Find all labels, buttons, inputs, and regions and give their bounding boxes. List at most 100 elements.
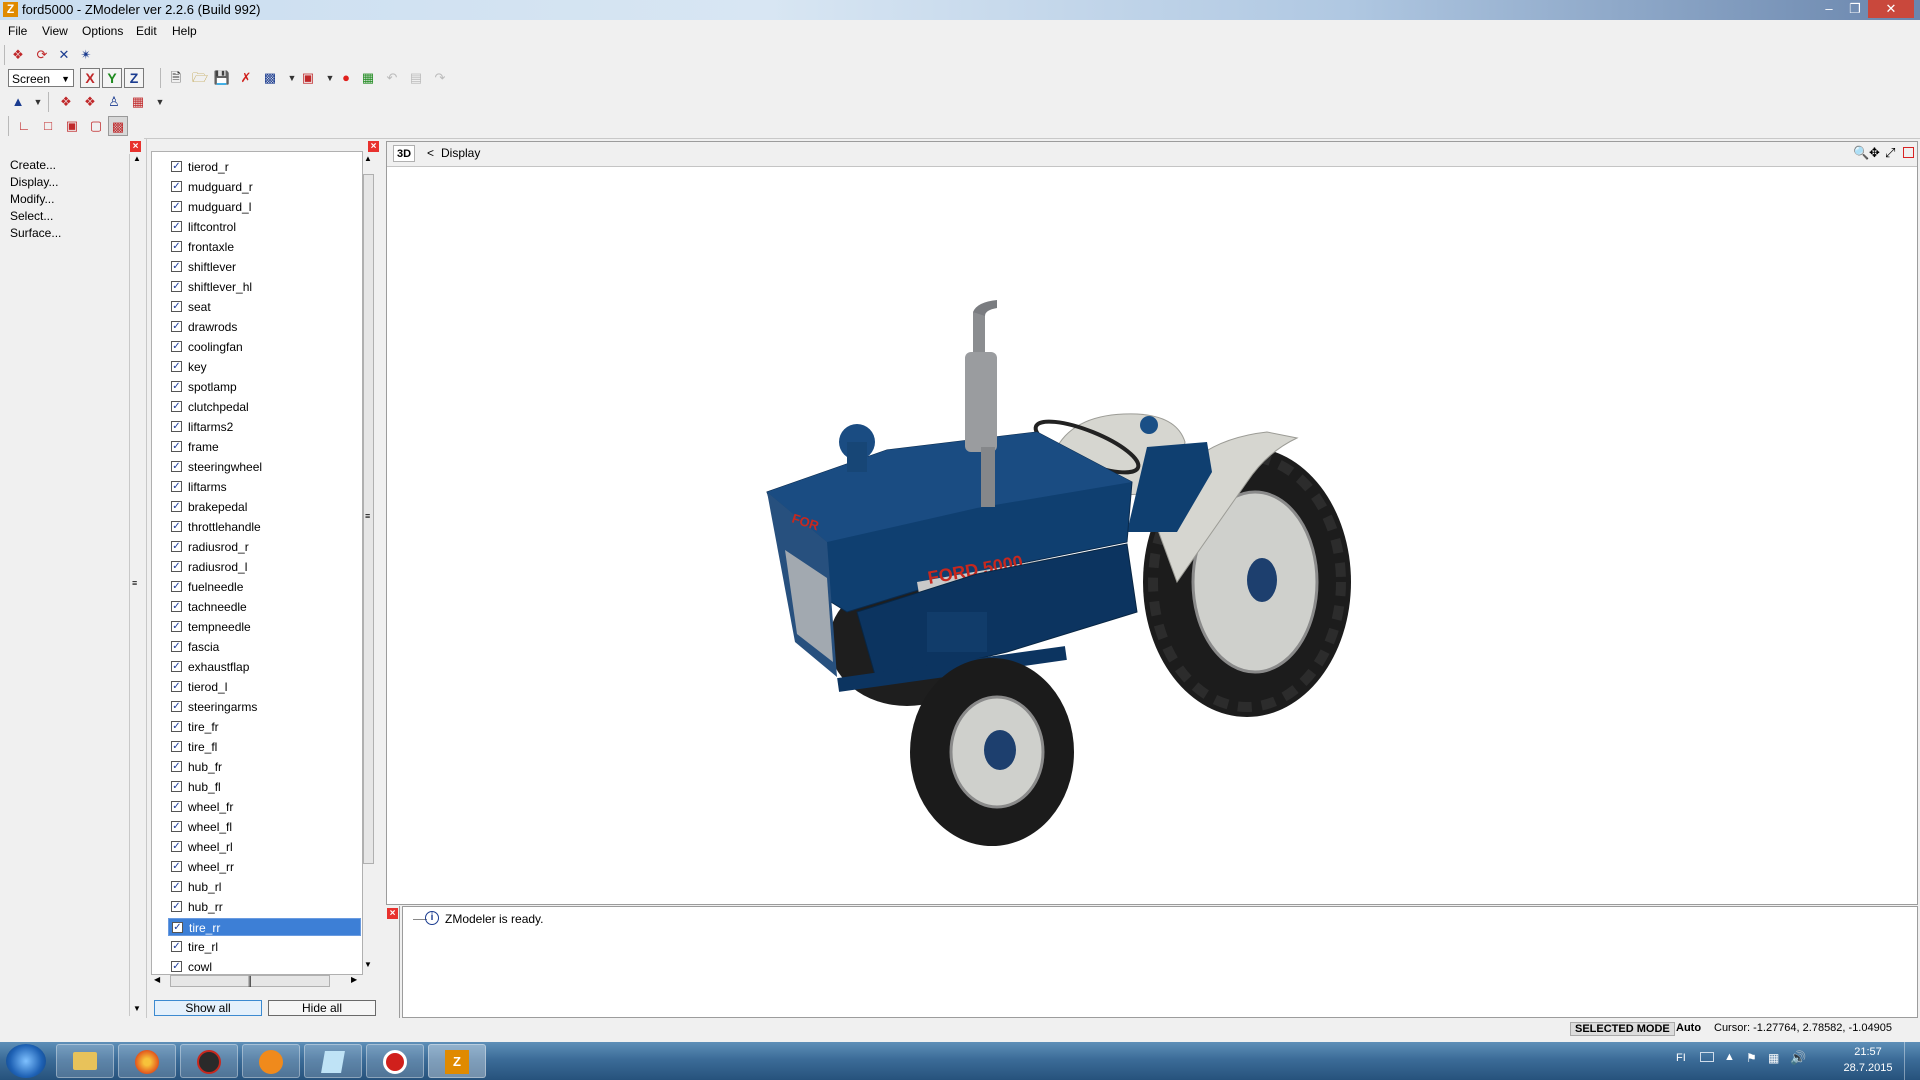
volume-icon[interactable]: 🔊 <box>1790 1050 1806 1066</box>
visibility-checkbox[interactable]: ✓ <box>171 901 182 912</box>
tree-item[interactable]: ✓ hub_rl <box>168 878 361 896</box>
material-dropdown-icon[interactable]: ▼ <box>150 92 170 112</box>
tree-item[interactable]: ✓ liftarms2 <box>168 418 361 436</box>
visibility-checkbox[interactable]: ✓ <box>171 861 182 872</box>
tree-item[interactable]: ✓ liftarms <box>168 478 361 496</box>
tree-item[interactable]: ✓ drawrods <box>168 318 361 336</box>
close-view-icon[interactable] <box>1903 147 1914 158</box>
tree-item[interactable]: ✓ tachneedle <box>168 598 361 616</box>
cmd-modify[interactable]: Modify... <box>10 192 54 206</box>
taskbar-firefox[interactable] <box>118 1044 176 1078</box>
cube-view-icon[interactable]: ▣ <box>62 116 82 136</box>
menu-file[interactable]: File <box>8 24 27 38</box>
tree-item[interactable]: ✓ shiftlever_hl <box>168 278 361 296</box>
axis-y-button[interactable]: Y <box>102 68 122 88</box>
close-panel-icon[interactable]: × <box>130 141 141 152</box>
visibility-checkbox[interactable]: ✓ <box>171 221 182 232</box>
tree-item[interactable]: ✓ tire_fr <box>168 718 361 736</box>
visibility-checkbox[interactable]: ✓ <box>171 941 182 952</box>
pose-icon[interactable]: ♙ <box>104 92 124 112</box>
delete-icon[interactable]: ✗ <box>236 68 256 88</box>
pan-icon[interactable]: ✥ <box>1869 145 1880 161</box>
open-folder-icon[interactable]: 🗁 <box>190 68 210 88</box>
taskbar-zmodeler[interactable]: Z <box>428 1044 486 1078</box>
tree-item[interactable]: ✓ hub_fr <box>168 758 361 776</box>
visibility-checkbox[interactable]: ✓ <box>171 301 182 312</box>
menu-edit[interactable]: Edit <box>136 24 157 38</box>
axis-z-button[interactable]: Z <box>124 68 144 88</box>
tree-item[interactable]: ✓ key <box>168 358 361 376</box>
visibility-checkbox[interactable]: ✓ <box>171 261 182 272</box>
taskbar-app5[interactable] <box>304 1044 362 1078</box>
axes-view-icon[interactable]: ∟ <box>14 116 34 136</box>
redo-icon[interactable]: ↷ <box>430 68 450 88</box>
axis-x-button[interactable]: X <box>80 68 100 88</box>
visibility-checkbox[interactable]: ✓ <box>171 161 182 172</box>
visibility-checkbox[interactable]: ✓ <box>171 441 182 452</box>
tree-item[interactable]: ✓ tierod_l <box>168 678 361 696</box>
clock-date[interactable]: 28.7.2015 <box>1838 1062 1898 1074</box>
minimize-button[interactable]: – <box>1816 0 1842 18</box>
visibility-checkbox[interactable]: ✓ <box>171 761 182 772</box>
clock-time[interactable]: 21:57 <box>1838 1046 1898 1058</box>
tree-item[interactable]: ✓ shiftlever <box>168 258 361 276</box>
tree-item[interactable]: ✓ wheel_fl <box>168 818 361 836</box>
visibility-checkbox[interactable]: ✓ <box>171 601 182 612</box>
tree-item[interactable]: ✓ tire_rl <box>168 938 361 956</box>
box-view-icon[interactable]: □ <box>38 116 58 136</box>
link-icon[interactable]: ❖ <box>56 92 76 112</box>
vertex-mode-icon[interactable]: ▲ <box>8 92 28 112</box>
move-tool-icon[interactable]: ⟳ <box>32 45 52 65</box>
visibility-checkbox[interactable]: ✓ <box>171 361 182 372</box>
3d-viewport[interactable]: 3D < Display 🔍 ✥ ⤢ FORD 5000 FOR <box>386 141 1918 905</box>
visibility-checkbox[interactable]: ✓ <box>171 621 182 632</box>
unlink-icon[interactable]: ❖ <box>80 92 100 112</box>
menu-help[interactable]: Help <box>172 24 197 38</box>
visibility-checkbox[interactable]: ✓ <box>171 801 182 812</box>
rotate-tool-icon[interactable]: ✴ <box>76 45 96 65</box>
menu-view[interactable]: View <box>42 24 68 38</box>
visibility-checkbox[interactable]: ✓ <box>171 281 182 292</box>
visibility-checkbox[interactable]: ✓ <box>171 841 182 852</box>
taskbar-app6[interactable] <box>366 1044 424 1078</box>
tree-item[interactable]: ✓ coolingfan <box>168 338 361 356</box>
taskbar-app4[interactable] <box>242 1044 300 1078</box>
vertex-dropdown-icon[interactable]: ▼ <box>28 92 48 112</box>
taskbar-app3[interactable] <box>180 1044 238 1078</box>
keyboard-icon[interactable] <box>1700 1052 1714 1062</box>
hierarchy-scroll-thumb[interactable]: ≡ <box>363 174 374 864</box>
visibility-checkbox[interactable]: ✓ <box>171 401 182 412</box>
cmd-surface[interactable]: Surface... <box>10 226 61 240</box>
show-all-button[interactable]: Show all <box>154 1000 262 1016</box>
new-file-icon[interactable]: 🗎 <box>166 68 186 88</box>
visibility-checkbox[interactable]: ✓ <box>171 681 182 692</box>
visibility-checkbox[interactable]: ✓ <box>171 541 182 552</box>
visibility-checkbox[interactable]: ✓ <box>171 461 182 472</box>
cmd-select[interactable]: Select... <box>10 209 53 223</box>
tree-item[interactable]: ✓ tierod_r <box>168 158 361 176</box>
tree-item[interactable]: ✓ radiusrod_l <box>168 558 361 576</box>
visibility-checkbox[interactable]: ✓ <box>171 581 182 592</box>
visibility-checkbox[interactable]: ✓ <box>171 501 182 512</box>
menu-options[interactable]: Options <box>82 24 123 38</box>
clipboard-icon[interactable]: ▤ <box>406 68 426 88</box>
texture-icon[interactable]: ▦ <box>358 68 378 88</box>
tree-item[interactable]: ✓ wheel_rl <box>168 838 361 856</box>
visibility-checkbox[interactable]: ✓ <box>171 241 182 252</box>
tree-item[interactable]: ✓ mudguard_r <box>168 178 361 196</box>
undo-icon[interactable]: ↶ <box>382 68 402 88</box>
start-button[interactable] <box>6 1044 46 1078</box>
zoom-icon[interactable]: 🔍 <box>1853 145 1869 161</box>
scale-tool-icon[interactable]: ✕ <box>54 45 74 65</box>
tree-item[interactable]: ✓ brakepedal <box>168 498 361 516</box>
tree-item[interactable]: ✓ fuelneedle <box>168 578 361 596</box>
coord-mode-select[interactable]: Screen ▼ <box>8 69 74 87</box>
select-tool-icon[interactable]: ❖ <box>8 45 28 65</box>
visibility-checkbox[interactable]: ✓ <box>171 641 182 652</box>
visibility-checkbox[interactable]: ✓ <box>171 961 182 972</box>
visibility-checkbox[interactable]: ✓ <box>171 741 182 752</box>
hide-all-button[interactable]: Hide all <box>268 1000 376 1016</box>
taskbar-explorer[interactable] <box>56 1044 114 1078</box>
visibility-checkbox[interactable]: ✓ <box>171 561 182 572</box>
visibility-checkbox[interactable]: ✓ <box>172 922 183 933</box>
